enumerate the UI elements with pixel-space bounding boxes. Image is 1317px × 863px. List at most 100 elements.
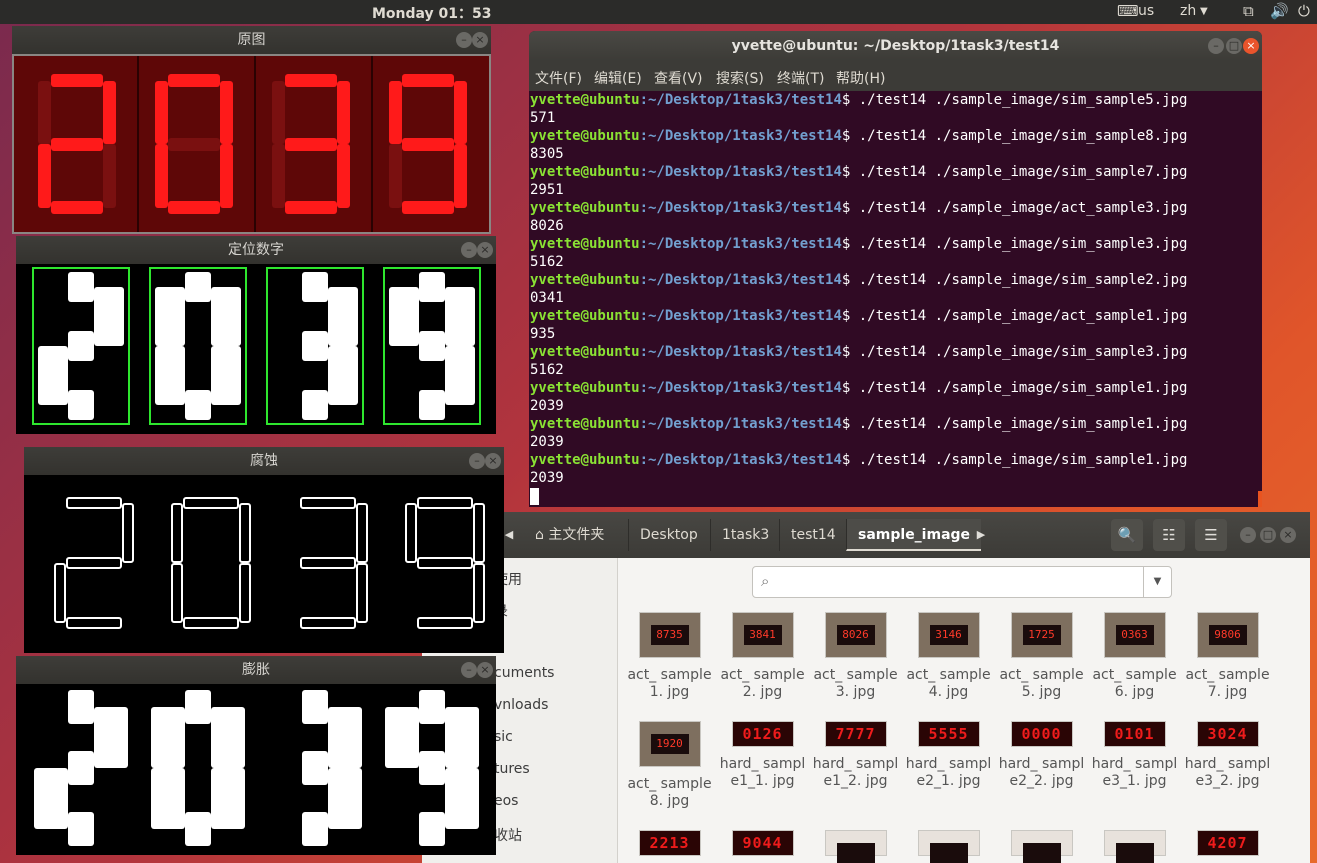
sidebar-item-documents[interactable]: cuments [494,665,554,681]
file-item[interactable]: 2213 [623,830,716,863]
file-item[interactable]: 3841 act_ sample2. jpg [716,612,809,701]
close-icon[interactable]: × [472,32,488,48]
power-icon[interactable]: ⏻ [1298,2,1310,20]
file-item[interactable]: 4207 [1181,830,1274,863]
file-item[interactable]: 5555 hard_ sample2_1. jpg [902,721,995,790]
close-icon[interactable]: × [1280,527,1296,543]
thumbnail-lcd: 9806 [1208,625,1247,645]
search-input[interactable] [781,571,1141,593]
segment [51,201,103,214]
minimize-icon[interactable]: – [461,662,477,678]
breadcrumb-desktop[interactable]: Desktop [628,519,709,551]
file-item[interactable] [902,830,995,863]
volume-icon[interactable]: 🔊 [1270,2,1289,20]
menu-icon[interactable]: ☰ [1195,519,1227,551]
file-item[interactable] [809,830,902,863]
file-item[interactable]: 0363 act_ sample6. jpg [1088,612,1181,701]
segment [66,497,122,509]
thumbnail-lcd: 9044 [742,834,783,852]
clock[interactable]: Monday 01：53 [372,3,492,23]
thumbnail-lcd: 0363 [1115,625,1154,645]
sidebar-item-trash[interactable]: 收站 [494,825,522,845]
breadcrumb-1task3[interactable]: 1task3 [710,519,780,551]
file-item[interactable]: 3146 act_ sample4. jpg [902,612,995,701]
segment [402,201,454,214]
menu-edit[interactable]: 编辑(E) [594,68,642,88]
maximize-icon[interactable]: □ [1260,527,1276,543]
breadcrumb-home[interactable]: ⌂ 主文件夹 [524,519,615,551]
prompt-user: yvette@ubuntu [530,200,640,216]
keyboard-layout[interactable]: us [1138,3,1154,19]
terminal-scrollbar[interactable] [1258,491,1262,507]
segment [419,331,445,361]
minimize-icon[interactable]: – [469,453,485,469]
file-item[interactable] [1088,830,1181,863]
dilated-image [16,684,496,855]
input-method[interactable]: zh [1180,3,1196,19]
segment [155,346,185,405]
terminal-command-line: yvette@ubuntu:~/Desktop/1task3/test14$ .… [530,379,1262,397]
chevron-down-icon[interactable]: ▼ [1143,567,1171,597]
sidebar-item-videos[interactable]: eos [494,793,518,809]
file-item[interactable]: 1725 act_ sample5. jpg [995,612,1088,701]
file-name: act_ sample4. jpg [906,667,991,700]
menu-search[interactable]: 搜索(S) [716,68,764,88]
prompt-path: :~/Desktop/1task3/test14 [639,128,842,144]
file-item[interactable]: 3024 hard_ sample3_2. jpg [1181,721,1274,790]
file-item[interactable]: 7777 hard_ sample1_2. jpg [809,721,902,790]
close-icon[interactable]: × [477,662,493,678]
close-icon[interactable]: × [477,242,493,258]
keyboard-icon[interactable]: ⌨ [1117,2,1139,20]
menu-help[interactable]: 帮助(H) [836,68,885,88]
command-output: 0341 [530,290,564,306]
file-item[interactable]: 0101 hard_ sample3_1. jpg [1088,721,1181,790]
file-item[interactable]: 8026 act_ sample3. jpg [809,612,902,701]
network-icon[interactable]: ⧉ [1243,2,1254,20]
file-item[interactable]: 0000 hard_ sample2_2. jpg [995,721,1088,790]
segment [302,690,328,724]
file-item[interactable]: 0126 hard_ sample1_1. jpg [716,721,809,790]
file-item[interactable]: 1920 act_ sample8. jpg [623,721,716,810]
digit-0 [151,690,245,846]
search-icon[interactable]: 🔍 [1111,519,1143,551]
segment [419,812,445,846]
chevron-left-icon[interactable]: ◀ [502,519,516,551]
breadcrumb-sample-image[interactable]: sample_image [846,519,982,551]
breadcrumb-test14[interactable]: test14 [779,519,847,551]
thumbnail-lcd: 4207 [1207,834,1248,852]
file-manager-window: ◀ ⌂ 主文件夹 Desktop 1task3 test14 sample_im… [422,512,1310,863]
digit-2 [38,272,124,420]
segment [185,812,211,846]
breadcrumb-label: 主文件夹 [548,527,605,543]
command-text: ./test14 ./sample_image/sim_sample1.jpg [858,452,1188,468]
file-item[interactable]: 9806 act_ sample7. jpg [1181,612,1274,701]
sidebar-item-pictures[interactable]: tures [494,761,530,777]
minimize-icon[interactable]: – [1240,527,1256,543]
file-item[interactable]: 9044 [716,830,809,863]
window-title: 定位数字 [16,236,496,264]
minimize-icon[interactable]: – [456,32,472,48]
close-icon[interactable]: × [1243,38,1259,54]
menu-file[interactable]: 文件(F) [535,68,582,88]
file-item[interactable] [995,830,1088,863]
segment [389,287,419,346]
terminal-output[interactable]: yvette@ubuntu:~/Desktop/1task3/test14$ .… [529,91,1262,507]
prompt-user: yvette@ubuntu [530,236,640,252]
segment [185,690,211,724]
segment [300,557,356,569]
segment [445,707,479,768]
chevron-right-icon[interactable]: ▶ [974,519,988,551]
minimize-icon[interactable]: – [1208,38,1224,54]
segment [155,144,168,208]
minimize-icon[interactable]: – [461,242,477,258]
view-list-icon[interactable]: ☷ [1153,519,1185,551]
file-item[interactable]: 8735 act_ sample1. jpg [623,612,716,701]
close-icon[interactable]: × [485,453,501,469]
segment [419,390,445,420]
menu-terminal[interactable]: 终端(T) [777,68,824,88]
file-thumbnail: 5555 [917,721,980,747]
menu-view[interactable]: 查看(V) [654,68,703,88]
sidebar-item-music[interactable]: sic [494,729,513,745]
sidebar-item-downloads[interactable]: vnloads [494,697,548,713]
maximize-icon[interactable]: □ [1226,38,1242,54]
